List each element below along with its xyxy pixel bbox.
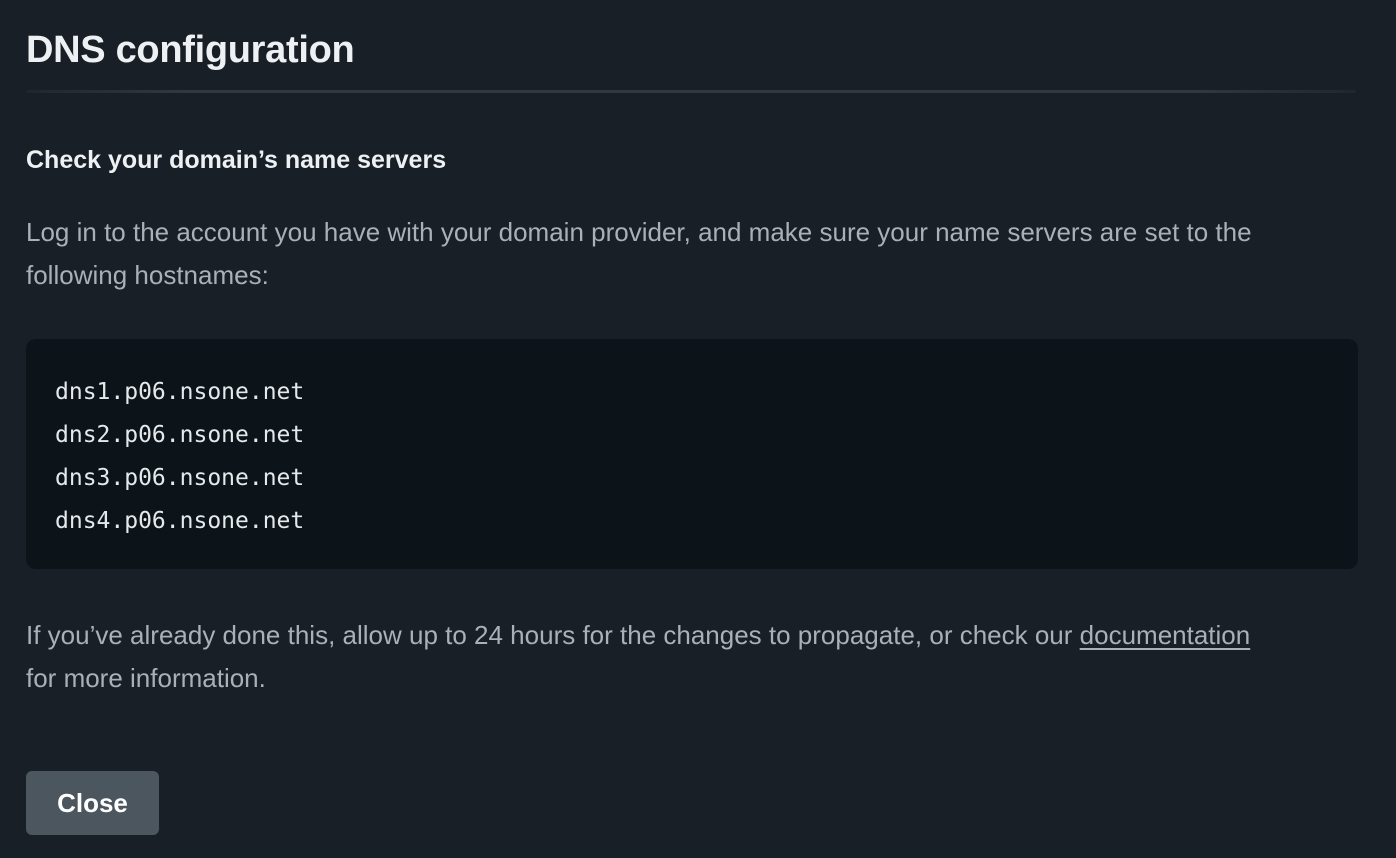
documentation-link[interactable]: documentation — [1080, 620, 1251, 650]
dialog-title: DNS configuration — [26, 29, 355, 71]
name-server-2: dns2.p06.nsone.net — [55, 422, 305, 448]
name-servers-code-block: dns1.p06.nsone.net dns2.p06.nsone.net dn… — [26, 339, 1358, 569]
name-server-4: dns4.p06.nsone.net — [55, 508, 305, 534]
name-server-3: dns3.p06.nsone.net — [55, 465, 305, 491]
dns-configuration-dialog: DNS configuration Check your domain’s na… — [0, 0, 1396, 858]
name-server-1: dns1.p06.nsone.net — [55, 379, 305, 405]
instructions-text: Log in to the account you have with your… — [26, 217, 1252, 290]
propagation-note-suffix: for more information. — [26, 663, 266, 693]
close-button[interactable]: Close — [26, 771, 159, 835]
section-heading: Check your domain’s name servers — [26, 146, 447, 174]
propagation-note: If you’ve already done this, allow up to… — [26, 614, 1256, 700]
propagation-note-text: If you’ve already done this, allow up to… — [26, 620, 1080, 650]
title-divider — [26, 90, 1356, 93]
